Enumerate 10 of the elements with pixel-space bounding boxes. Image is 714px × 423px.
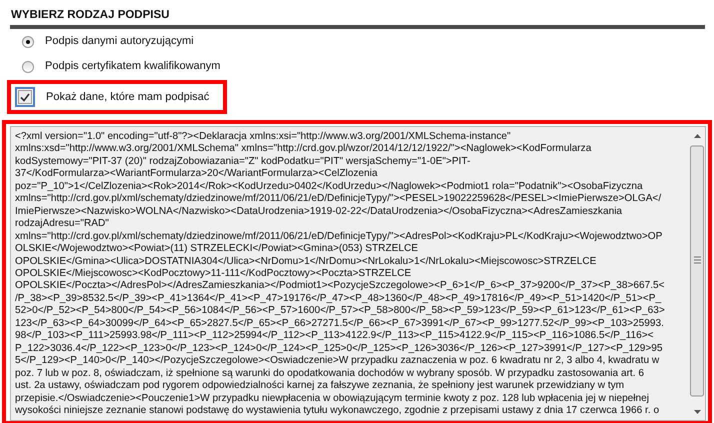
scrollbar[interactable] bbox=[689, 126, 706, 421]
checkbox[interactable] bbox=[15, 87, 35, 107]
radio-label: Podpis danymi autoryzującymi bbox=[45, 34, 194, 50]
xml-text-area[interactable]: <?xml version="1.0" encoding="utf-8"?><Deklaracja xmlns:xsi="http://www.w3.org/2001/XMLSchema-instance" xmlns:xsd="http://www.w3.org/2001/XMLSchema" xmlns="http://crd.gov.pl/wzor/2014/12/12/1922/"><Naglowek><KodFormularza kodSystemowy="PIT-37 (20)" rodzajZobowiazania="Z" kodPodatku="PIT" wersjaSchemy="1-0E">PIT- 37</KodFormularza><WariantFormularza>20</WariantFormularza><CelZlozenia poz="P_10">1</CelZlozenia><Rok>2014</Rok><KodUrzedu>0402</KodUrzedu></Naglowek><Podmiot1 rola="Podatnik"><OsobaFizyczna xmlns="http://crd.gov.pl/xml/schematy/dziedzinowe/mf/2011/06/21/eD/DefinicjeTypy/"><PESEL>19022259628</PESEL><ImiePierwsze>OLGA</ ImiePierwsze><Nazwisko>WOLNA</Nazwisko><DataUrodzenia>1919-02-22</DataUrodzenia></OsobaFizyczna><AdresZamieszkania rodzajAdresu="RAD" xmlns="http://crd.gov.pl/xml/schematy/dziedzinowe/mf/2011/06/21/eD/DefinicjeTypy/"><AdresPol><KodKraju>PL</KodKraju><Wojewodztwo>OP OLSKIE</Wojewodztwo><Powiat>(11) STRZELECKI</Powiat><Gmina>(053) STRZELCE OPOLSKIE</Gmina><Ulica>DOSTATNIA304</Ulica><NrDomu>1</NrDomu><NrLokalu>1</NrLokalu><Miejscowosc>STRZELCE OPOLSKIE</Miejscowosc><KodPocztowy>11-111</KodPocztowy><Poczta>STRZELCE OPOLSKIE</Poczta></AdresPol></AdresZamieszkania></Podmiot1><PozycjeSzczegolowe><P_6>1</P_6><P_37>9200</P_37><P_38>667.5< /P_38><P_39>8532.5</P_39><P_41>1364</P_41><P_47>19176</P_47><P_48>1360</P_48><P_49>17816</P_49><P_51>1420</P_51><P_ 52>0</P_52><P_54>800</P_54><P_56>1084</P_56><P_57>1600</P_57><P_58>800</P_58><P_59>123</P_59><P_61>123</P_61><P_63> 123</P_63><P_64>30099</P_64><P_65>2827.5</P_65><P_66>27271.5</P_66><P_67>3991</P_67><P_99>1277.52</P_99><P_103>25993. 98</P_103><P_111>25993.98</P_111><P_112>25994</P_112><P_113>4122.9</P_113><P_115>4122.9</P_115><P_116>1086.5</P_116>< P_122>3036.4</P_122><P_123>0</P_123><P_124>0</P_124><P_125>0</P_125><P_126>3036</P_126><P_127>3991</P_127><P_129>95 5</P_129><P_140>0</P_140></PozycjeSzczegolowe><Oswiadczenie>W przypadku zaznaczenia w poz. 6 kwadratu nr 2, 3 albo 4, kwadratu w poz. 7 lub w poz. 8, oświadczam, iż spełnione są warunki do opodatkowania dochodów w wybrany sposób. W przypadku zastosowania art. 6 ust. 2a ustawy, oświadczam pod rygorem odpowiedzialności karnej za fałszywe zeznania, że spełniony jest warunek przewidziany w tym przepisie.</Oswiadczenie><Pouczenie1>W przypadku niewpłacenia w obowiązującym terminie kwoty z poz. 128 lub wpłacenia jej w niepełnej wysokości niniejsze zeznanie stanowi podstawę do wystawienia tytułu wykonawczego, zgodnie z przepisami ustawy z dnia 17 czerwca 1966 r. o bbox=[10, 126, 689, 421]
check-icon bbox=[20, 92, 30, 102]
radio-button[interactable] bbox=[22, 36, 34, 48]
radio-label: Podpis certyfikatem kwalifikowanym bbox=[45, 59, 220, 74]
section-title: WYBIERZ RODZAJ PODPISU bbox=[11, 8, 170, 22]
radio-button[interactable] bbox=[22, 60, 34, 72]
checkbox-label: Pokaż dane, które mam podpisać bbox=[46, 90, 210, 105]
